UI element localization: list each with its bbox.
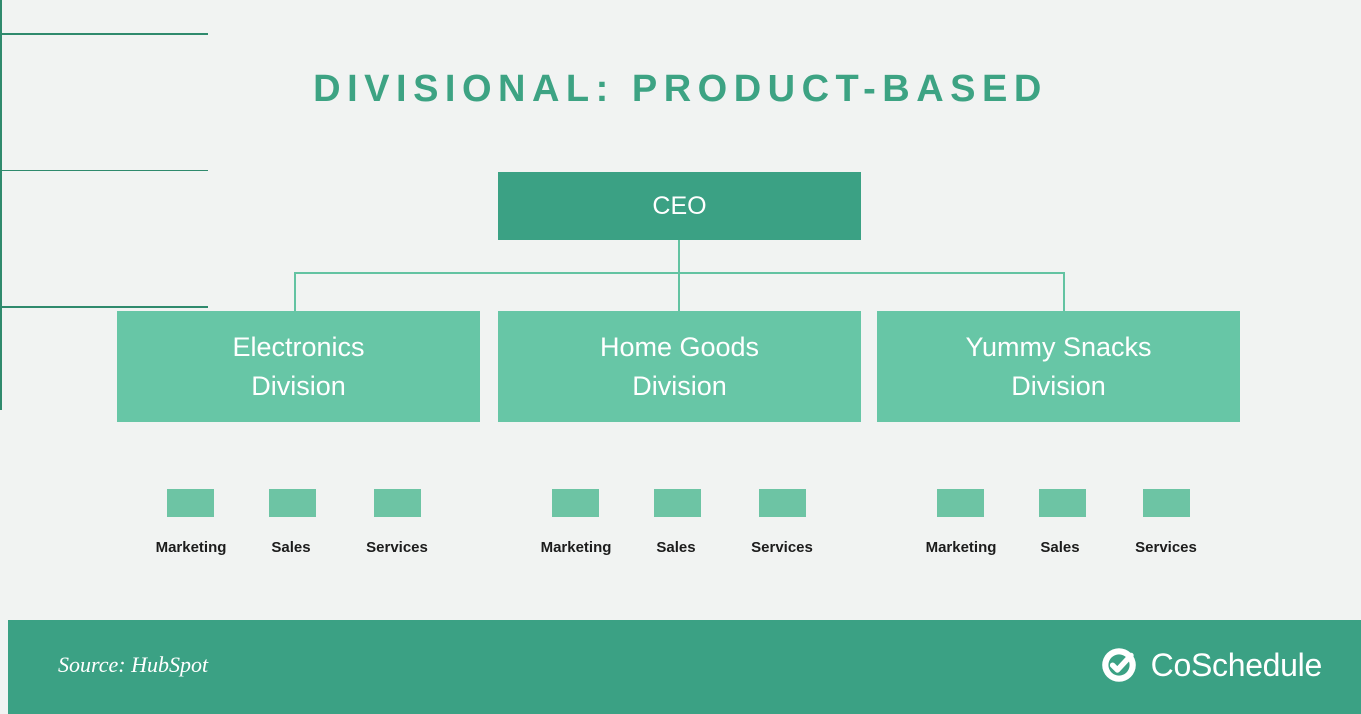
org-node-leaf-0-2[interactable] bbox=[374, 489, 421, 517]
connector-leaf-bus-2 bbox=[0, 306, 208, 308]
org-node-leaf-label-2-0: Marketing bbox=[925, 539, 997, 556]
org-node-leaf-label-1-0: Marketing bbox=[540, 539, 612, 556]
connector-leaf-drop-1-1 bbox=[0, 205, 2, 239]
org-node-leaf-1-1[interactable] bbox=[654, 489, 701, 517]
connector-leaf-drop-2-0 bbox=[0, 307, 2, 342]
org-node-leaf-1-2[interactable] bbox=[759, 489, 806, 517]
page-title: DIVISIONAL: PRODUCT-BASED bbox=[313, 68, 1048, 110]
coschedule-logo[interactable]: CoSchedule bbox=[1099, 645, 1322, 685]
org-node-ceo-label: CEO bbox=[652, 191, 707, 220]
connector-leaf-bus-0 bbox=[0, 33, 208, 35]
connector-leaf-bus-1 bbox=[0, 169, 208, 171]
connector-group-stem-1 bbox=[0, 136, 2, 170]
org-node-division-electronics-line1: Electronics bbox=[232, 332, 365, 363]
org-node-leaf-1-0[interactable] bbox=[552, 489, 599, 517]
connector-leaf-drop-0-0 bbox=[0, 34, 2, 69]
connector-group-stem-2 bbox=[0, 273, 2, 306]
org-node-leaf-label-2-2: Services bbox=[1135, 539, 1197, 556]
org-node-leaf-0-1[interactable] bbox=[269, 489, 316, 517]
org-node-leaf-label-0-0: Marketing bbox=[155, 539, 227, 556]
connector-leaf-drop-2-1 bbox=[0, 341, 2, 376]
org-node-division-home-goods-line1: Home Goods bbox=[599, 332, 760, 363]
org-node-leaf-2-1[interactable] bbox=[1039, 489, 1086, 517]
connector-group-stem-0 bbox=[0, 0, 2, 33]
org-node-division-home-goods[interactable]: Home Goods Division bbox=[498, 311, 861, 422]
connector-ceo-stem bbox=[678, 240, 680, 312]
org-node-division-yummy-snacks[interactable]: Yummy Snacks Division bbox=[877, 311, 1240, 422]
coschedule-wordmark: CoSchedule bbox=[1150, 646, 1323, 683]
connector-leaf-drop-1-2 bbox=[0, 239, 2, 273]
source-attribution: Source: HubSpot bbox=[58, 652, 209, 677]
org-node-leaf-label-1-1: Sales bbox=[656, 539, 696, 556]
org-node-division-home-goods-line2: Division bbox=[632, 370, 727, 401]
org-node-leaf-2-2[interactable] bbox=[1143, 489, 1190, 517]
org-node-leaf-2-0[interactable] bbox=[937, 489, 984, 517]
org-node-division-yummy-snacks-line2: Division bbox=[1011, 370, 1106, 401]
connector-leaf-drop-2-2 bbox=[0, 375, 2, 410]
org-node-leaf-0-0[interactable] bbox=[167, 489, 214, 517]
connector-leaf-drop-1-0 bbox=[0, 171, 2, 205]
coschedule-check-circle-icon bbox=[1099, 645, 1139, 685]
connector-division-bus bbox=[295, 272, 1065, 274]
org-node-leaf-label-2-1: Sales bbox=[1040, 539, 1080, 556]
org-node-leaf-label-0-1: Sales bbox=[271, 539, 311, 556]
connector-division-drop-2 bbox=[1063, 272, 1065, 312]
org-node-leaf-label-1-2: Services bbox=[751, 539, 813, 556]
org-node-division-yummy-snacks-line1: Yummy Snacks bbox=[965, 332, 1152, 363]
org-node-division-electronics[interactable]: Electronics Division bbox=[117, 311, 480, 422]
org-node-leaf-label-0-2: Services bbox=[366, 539, 428, 556]
org-node-ceo[interactable]: CEO bbox=[498, 172, 861, 240]
infographic-canvas: DIVISIONAL: PRODUCT-BASED CEO Electronic… bbox=[0, 0, 1361, 714]
org-node-division-electronics-line2: Division bbox=[251, 370, 346, 401]
connector-division-drop-0 bbox=[294, 272, 296, 312]
